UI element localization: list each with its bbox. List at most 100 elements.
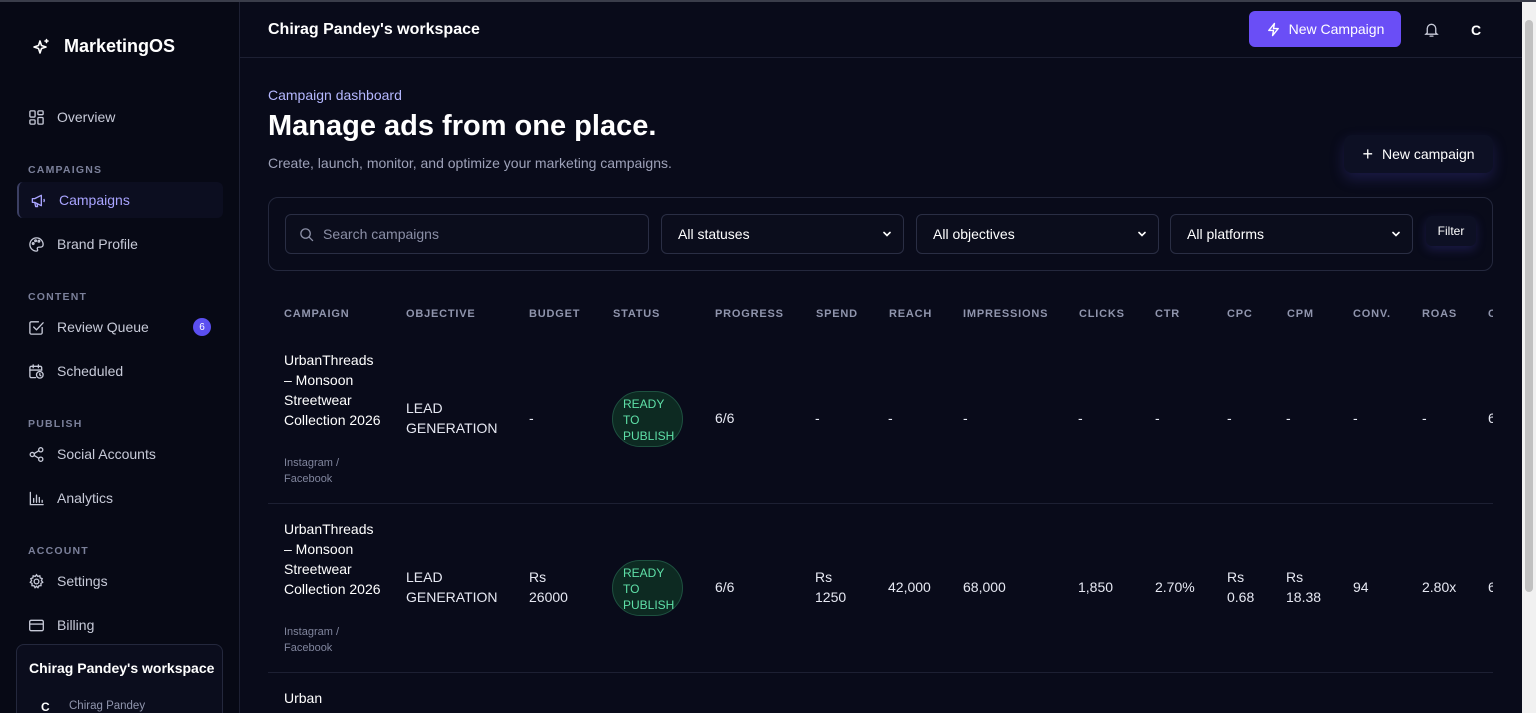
col-campaign[interactable]: CAMPAIGN — [284, 308, 349, 320]
col-status[interactable]: STATUS — [613, 308, 660, 320]
col-conv[interactable]: CONV. — [1353, 308, 1391, 320]
sidebar-item-billing[interactable]: Billing — [17, 607, 223, 643]
objective-select-value: All objectives — [933, 226, 1015, 242]
page-title: Manage ads from one place. — [268, 110, 657, 142]
objective-cell: LEAD GENERATION — [406, 569, 498, 605]
sidebar-item-label: Social Accounts — [57, 446, 156, 462]
col-ctr[interactable]: CTR — [1155, 308, 1180, 320]
sidebar-item-social-accounts[interactable]: Social Accounts — [17, 436, 223, 472]
section-label-content: CONTENT — [28, 291, 88, 303]
search-input[interactable] — [323, 226, 633, 242]
new-campaign-button[interactable]: New Campaign — [1249, 11, 1401, 47]
add-campaign-button[interactable]: + New campaign — [1344, 135, 1493, 173]
workspace-card[interactable]: Chirag Pandey's workspace C Chirag Pande… — [16, 644, 223, 713]
grid-icon — [29, 109, 44, 125]
sidebar-item-campaigns[interactable]: Campaigns — [17, 182, 223, 218]
col-clicks[interactable]: CLICKS — [1079, 308, 1125, 320]
col-cpc[interactable]: CPC — [1227, 308, 1253, 320]
col-impressions[interactable]: IMPRESSIONS — [963, 308, 1048, 320]
ctr-cell: - — [1155, 410, 1160, 426]
plus-icon: + — [1362, 144, 1373, 164]
chevron-down-icon — [1138, 231, 1146, 237]
megaphone-icon — [31, 194, 45, 207]
budget-cell: - — [529, 410, 534, 426]
cpc-cell: Rs 0.68 — [1227, 569, 1255, 605]
checkbox-icon — [29, 320, 44, 335]
sidebar-item-scheduled[interactable]: Scheduled — [17, 353, 223, 389]
sidebar: MarketingOS Overview CAMPAIGNS Campaigns… — [0, 2, 240, 713]
budget-cell: Rs 26000 — [529, 569, 568, 605]
section-label-publish: PUBLISH — [28, 418, 83, 430]
roas-cell: - — [1422, 410, 1427, 426]
chevron-down-icon — [883, 231, 891, 237]
user-avatar[interactable]: C — [1471, 22, 1481, 38]
gear-icon — [29, 573, 44, 589]
sidebar-item-overview[interactable]: Overview — [17, 99, 223, 135]
sparkle-logo-icon — [33, 38, 49, 54]
cpc-cell: - — [1227, 410, 1232, 426]
new-campaign-label: New Campaign — [1288, 21, 1385, 37]
sidebar-item-label: Overview — [57, 109, 116, 125]
status-select-value: All statuses — [678, 226, 750, 242]
cpm-cell: - — [1286, 410, 1291, 426]
sidebar-item-label: Scheduled — [57, 363, 124, 379]
col-clipped[interactable]: C — [1488, 308, 1493, 320]
chevron-down-icon — [1392, 231, 1400, 237]
reach-cell: - — [888, 410, 893, 426]
search-field[interactable] — [285, 214, 649, 254]
campaign-platform: Instagram / Facebook — [284, 457, 340, 485]
share-icon — [29, 446, 44, 462]
credit-card-icon — [29, 619, 44, 631]
page-subtitle: Create, launch, monitor, and optimize yo… — [268, 155, 672, 171]
avatar: C — [41, 700, 50, 713]
sidebar-item-review-queue[interactable]: Review Queue 6 — [17, 309, 223, 345]
filter-button[interactable]: Filter — [1426, 216, 1476, 246]
campaign-name[interactable]: UrbanThreads – Monsoon Streetwear Collec… — [284, 350, 384, 430]
workspace-user-name: Chirag Pandey — [69, 700, 146, 712]
status-badge: READY TO PUBLISH — [612, 560, 683, 616]
col-objective[interactable]: OBJECTIVE — [406, 308, 476, 320]
sidebar-item-label: Analytics — [57, 490, 114, 506]
objective-cell: LEAD GENERATION — [406, 400, 498, 436]
progress-cell: 6/6 — [715, 579, 735, 595]
palette-icon — [29, 236, 44, 252]
conv-cell: 94 — [1353, 579, 1369, 595]
top-header: Chirag Pandey's workspace New Campaign C — [240, 2, 1522, 58]
ctr-cell: 2.70% — [1155, 579, 1195, 595]
col-cpm[interactable]: CPM — [1287, 308, 1314, 320]
platform-select-value: All platforms — [1187, 226, 1265, 242]
conv-cell: - — [1353, 410, 1358, 426]
col-progress[interactable]: PROGRESS — [715, 308, 784, 320]
col-roas[interactable]: ROAS — [1422, 308, 1457, 320]
section-label-campaigns: CAMPAIGNS — [28, 164, 103, 176]
section-label-account: ACCOUNT — [28, 545, 89, 557]
impressions-cell: - — [963, 410, 968, 426]
campaign-name[interactable]: UrbanThreads – Monsoon Streetwear Collec… — [284, 519, 384, 599]
sidebar-item-analytics[interactable]: Analytics — [17, 480, 223, 516]
calendar-clock-icon — [29, 363, 44, 379]
sidebar-item-settings[interactable]: Settings — [17, 563, 223, 599]
row-divider — [268, 672, 1493, 673]
col-budget[interactable]: BUDGET — [529, 308, 580, 320]
cpm-cell: Rs 18.38 — [1286, 569, 1322, 605]
spend-cell: Rs 1250 — [815, 569, 847, 605]
col-reach[interactable]: REACH — [889, 308, 932, 320]
brand[interactable]: MarketingOS — [31, 36, 175, 57]
bell-icon[interactable] — [1423, 21, 1440, 38]
clicks-cell: - — [1078, 410, 1083, 426]
sidebar-item-brand-profile[interactable]: Brand Profile — [17, 226, 223, 262]
status-badge: READY TO PUBLISH — [612, 391, 683, 447]
campaign-name[interactable]: Urban — [284, 688, 384, 708]
sidebar-item-label: Settings — [57, 573, 108, 589]
sidebar-item-label: Review Queue — [57, 319, 149, 335]
bar-chart-icon — [29, 491, 44, 505]
clipped-cell: 6 — [1488, 410, 1493, 426]
platform-select[interactable]: All platforms — [1170, 214, 1413, 254]
scrollbar-thumb[interactable] — [1525, 20, 1533, 592]
status-select[interactable]: All statuses — [661, 214, 904, 254]
sidebar-item-label: Campaigns — [59, 192, 130, 208]
objective-select[interactable]: All objectives — [916, 214, 1159, 254]
col-spend[interactable]: SPEND — [816, 308, 858, 320]
search-icon — [300, 227, 314, 241]
progress-cell: 6/6 — [715, 410, 735, 426]
